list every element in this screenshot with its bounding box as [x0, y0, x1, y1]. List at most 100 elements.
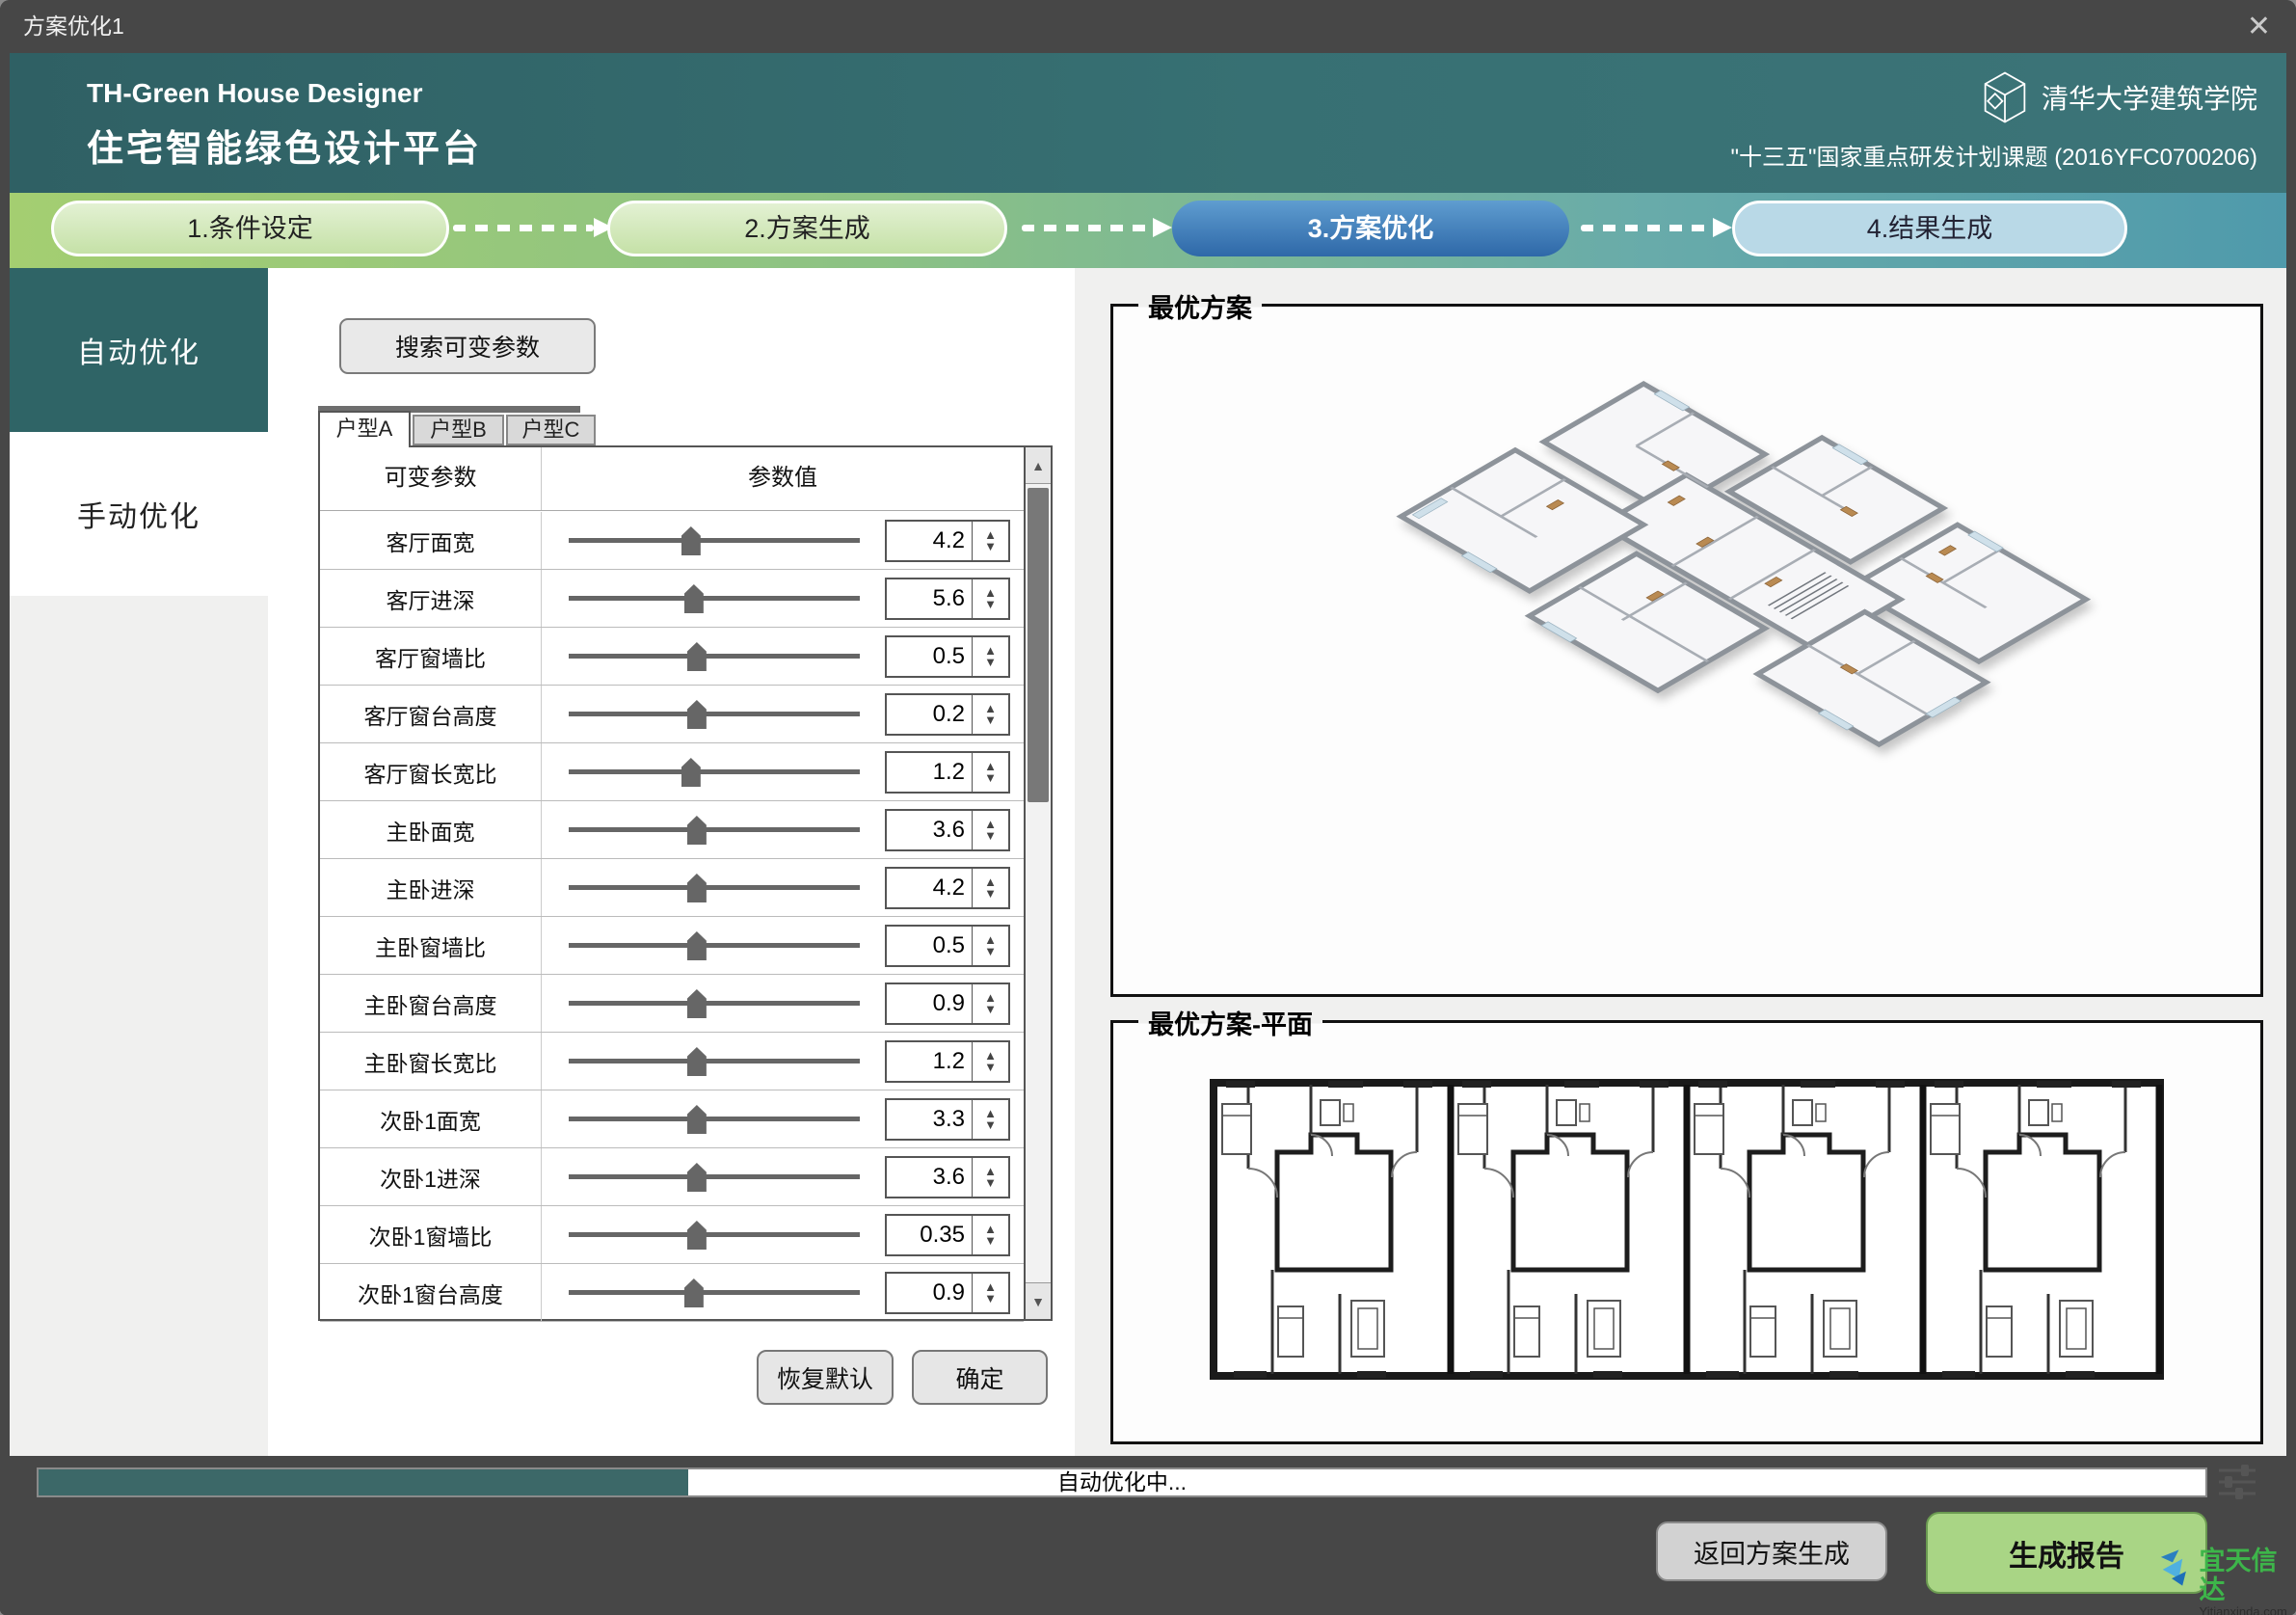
sidebar-item-manual-optimize[interactable]: 手动优化 — [10, 432, 268, 596]
spinbox-arrows[interactable]: ▲ ▼ — [972, 695, 1008, 734]
step-2-generation[interactable]: 2.方案生成 — [607, 201, 1007, 256]
param-value[interactable]: 0.9 — [887, 1274, 972, 1312]
spinbox-arrows[interactable]: ▲ ▼ — [972, 1042, 1008, 1081]
param-spinbox[interactable]: 5.6 ▲ ▼ — [885, 578, 1010, 620]
spin-down-icon[interactable]: ▼ — [984, 656, 997, 668]
param-spinbox[interactable]: 0.9 ▲ ▼ — [885, 982, 1010, 1025]
spin-down-icon[interactable]: ▼ — [984, 945, 997, 957]
slider-track[interactable] — [569, 1117, 860, 1121]
slider-track[interactable] — [569, 1290, 860, 1295]
param-spinbox[interactable]: 0.9 ▲ ▼ — [885, 1272, 1010, 1314]
slider-thumb-icon[interactable] — [686, 642, 707, 671]
spinbox-arrows[interactable]: ▲ ▼ — [972, 522, 1008, 560]
param-slider[interactable] — [569, 1148, 860, 1205]
slider-track[interactable] — [569, 769, 860, 774]
settings-sliders-icon[interactable] — [2215, 1462, 2259, 1502]
spin-down-icon[interactable]: ▼ — [984, 771, 997, 784]
param-slider[interactable] — [569, 1264, 860, 1321]
param-spinbox[interactable]: 0.2 ▲ ▼ — [885, 693, 1010, 736]
slider-thumb-icon[interactable] — [681, 526, 701, 555]
param-spinbox[interactable]: 4.2 ▲ ▼ — [885, 520, 1010, 562]
param-slider[interactable] — [569, 859, 860, 916]
slider-thumb-icon[interactable] — [686, 1163, 707, 1192]
param-value[interactable]: 5.6 — [887, 579, 972, 618]
spinbox-arrows[interactable]: ▲ ▼ — [972, 1216, 1008, 1254]
sidebar-item-auto-optimize[interactable]: 自动优化 — [10, 268, 268, 432]
param-value[interactable]: 4.2 — [887, 522, 972, 560]
param-value[interactable]: 4.2 — [887, 869, 972, 907]
slider-thumb-icon[interactable] — [686, 874, 707, 902]
spinbox-arrows[interactable]: ▲ ▼ — [972, 869, 1008, 907]
step-3-optimization[interactable]: 3.方案优化 — [1172, 201, 1569, 256]
param-spinbox[interactable]: 1.2 ▲ ▼ — [885, 1040, 1010, 1083]
param-slider[interactable] — [569, 512, 860, 569]
param-slider[interactable] — [569, 917, 860, 974]
param-slider[interactable] — [569, 743, 860, 800]
slider-track[interactable] — [569, 827, 860, 832]
param-value[interactable]: 0.9 — [887, 984, 972, 1023]
slider-thumb-icon[interactable] — [683, 584, 704, 613]
slider-track[interactable] — [569, 885, 860, 890]
param-spinbox[interactable]: 0.35 ▲ ▼ — [885, 1214, 1010, 1256]
slider-thumb-icon[interactable] — [683, 1279, 704, 1307]
restore-default-button[interactable]: 恢复默认 — [757, 1350, 894, 1405]
slider-thumb-icon[interactable] — [686, 931, 707, 960]
param-spinbox[interactable]: 3.6 ▲ ▼ — [885, 809, 1010, 851]
param-spinbox[interactable]: 3.6 ▲ ▼ — [885, 1156, 1010, 1198]
param-value[interactable]: 0.5 — [887, 637, 972, 676]
param-spinbox[interactable]: 0.5 ▲ ▼ — [885, 635, 1010, 678]
spin-down-icon[interactable]: ▼ — [984, 598, 997, 610]
scroll-down-icon[interactable]: ▼ — [1026, 1282, 1051, 1319]
param-slider[interactable] — [569, 1033, 860, 1090]
slider-track[interactable] — [569, 1174, 860, 1179]
spin-down-icon[interactable]: ▼ — [984, 1292, 997, 1305]
param-slider[interactable] — [569, 975, 860, 1032]
spin-down-icon[interactable]: ▼ — [984, 1118, 997, 1131]
param-value[interactable]: 3.6 — [887, 1158, 972, 1197]
param-value[interactable]: 0.35 — [887, 1216, 972, 1254]
spinbox-arrows[interactable]: ▲ ▼ — [972, 927, 1008, 965]
back-to-generation-button[interactable]: 返回方案生成 — [1656, 1521, 1887, 1581]
slider-track[interactable] — [569, 712, 860, 716]
param-value[interactable]: 1.2 — [887, 1042, 972, 1081]
spinbox-arrows[interactable]: ▲ ▼ — [972, 753, 1008, 792]
scrollbar-thumb[interactable] — [1028, 488, 1049, 802]
slider-track[interactable] — [569, 1059, 860, 1063]
param-value[interactable]: 3.6 — [887, 811, 972, 849]
param-spinbox[interactable]: 1.2 ▲ ▼ — [885, 751, 1010, 794]
param-value[interactable]: 1.2 — [887, 753, 972, 792]
slider-thumb-icon[interactable] — [686, 1047, 707, 1076]
spin-down-icon[interactable]: ▼ — [984, 1061, 997, 1073]
param-spinbox[interactable]: 4.2 ▲ ▼ — [885, 867, 1010, 909]
tab-unit-c[interactable]: 户型C — [506, 415, 596, 445]
spin-down-icon[interactable]: ▼ — [984, 1003, 997, 1015]
slider-track[interactable] — [569, 1001, 860, 1006]
param-slider[interactable] — [569, 1206, 860, 1263]
param-value[interactable]: 3.3 — [887, 1100, 972, 1139]
confirm-button[interactable]: 确定 — [912, 1350, 1048, 1405]
param-slider[interactable] — [569, 801, 860, 858]
slider-thumb-icon[interactable] — [686, 989, 707, 1018]
spinbox-arrows[interactable]: ▲ ▼ — [972, 637, 1008, 676]
spinbox-arrows[interactable]: ▲ ▼ — [972, 579, 1008, 618]
slider-thumb-icon[interactable] — [686, 700, 707, 729]
param-value[interactable]: 0.5 — [887, 927, 972, 965]
spinbox-arrows[interactable]: ▲ ▼ — [972, 811, 1008, 849]
param-spinbox[interactable]: 0.5 ▲ ▼ — [885, 925, 1010, 967]
slider-track[interactable] — [569, 538, 860, 543]
spin-down-icon[interactable]: ▼ — [984, 1176, 997, 1189]
slider-thumb-icon[interactable] — [686, 1105, 707, 1134]
step-1-condition[interactable]: 1.条件设定 — [51, 201, 449, 256]
spin-down-icon[interactable]: ▼ — [984, 887, 997, 900]
slider-thumb-icon[interactable] — [686, 816, 707, 845]
param-spinbox[interactable]: 3.3 ▲ ▼ — [885, 1098, 1010, 1141]
tab-unit-a[interactable]: 户型A — [318, 411, 411, 447]
param-slider[interactable] — [569, 686, 860, 742]
spinbox-arrows[interactable]: ▲ ▼ — [972, 984, 1008, 1023]
slider-thumb-icon[interactable] — [686, 1221, 707, 1250]
search-variable-params-button[interactable]: 搜索可变参数 — [339, 318, 596, 374]
spin-down-icon[interactable]: ▼ — [984, 713, 997, 726]
spin-down-icon[interactable]: ▼ — [984, 1234, 997, 1247]
slider-track[interactable] — [569, 1232, 860, 1237]
param-value[interactable]: 0.2 — [887, 695, 972, 734]
